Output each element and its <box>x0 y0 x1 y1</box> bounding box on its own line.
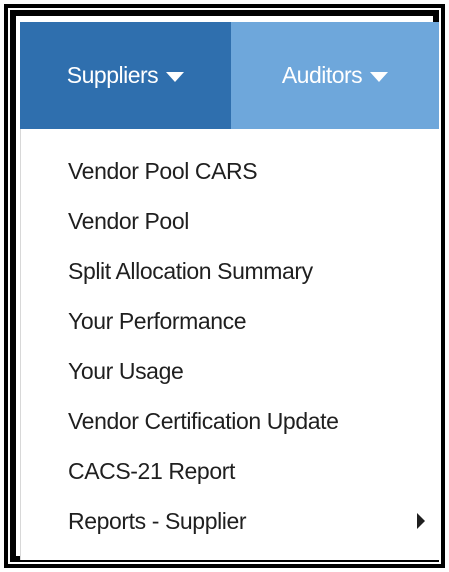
menu-item-label: Split Allocation Summary <box>68 258 313 284</box>
menu-item-cacs-21-report[interactable]: CACS-21 Report <box>21 446 439 496</box>
caret-down-icon <box>166 71 185 82</box>
menu-item-label: Reports - Supplier <box>68 508 247 534</box>
menu-item-vendor-pool-cars[interactable]: Vendor Pool CARS <box>21 146 439 196</box>
menu-item-label: Your Usage <box>68 358 184 384</box>
menu-item-your-performance[interactable]: Your Performance <box>21 296 439 346</box>
suppliers-dropdown-menu: Vendor Pool CARS Vendor Pool Split Alloc… <box>20 129 439 560</box>
menu-item-your-usage[interactable]: Your Usage <box>21 346 439 396</box>
menu-item-vendor-pool[interactable]: Vendor Pool <box>21 196 439 246</box>
caret-down-icon <box>370 71 389 82</box>
menu-item-label: Vendor Pool CARS <box>68 158 258 184</box>
menu-item-label: CACS-21 Report <box>68 458 235 484</box>
menu-item-label: Vendor Pool <box>68 208 189 234</box>
tab-auditors-label: Auditors <box>281 62 363 88</box>
menu-item-label: Vendor Certification Update <box>68 408 339 434</box>
tab-suppliers[interactable]: Suppliers <box>20 22 231 129</box>
tab-suppliers-label: Suppliers <box>66 62 159 88</box>
tab-auditors[interactable]: Auditors <box>231 22 439 129</box>
menu-item-label: Your Performance <box>68 308 247 334</box>
menu-item-split-allocation-summary[interactable]: Split Allocation Summary <box>21 246 439 296</box>
caret-right-icon <box>417 513 425 529</box>
menu-item-vendor-certification-update[interactable]: Vendor Certification Update <box>21 396 439 446</box>
navbar: Suppliers Auditors <box>20 22 439 129</box>
menu-item-reports-supplier[interactable]: Reports - Supplier <box>21 496 439 546</box>
